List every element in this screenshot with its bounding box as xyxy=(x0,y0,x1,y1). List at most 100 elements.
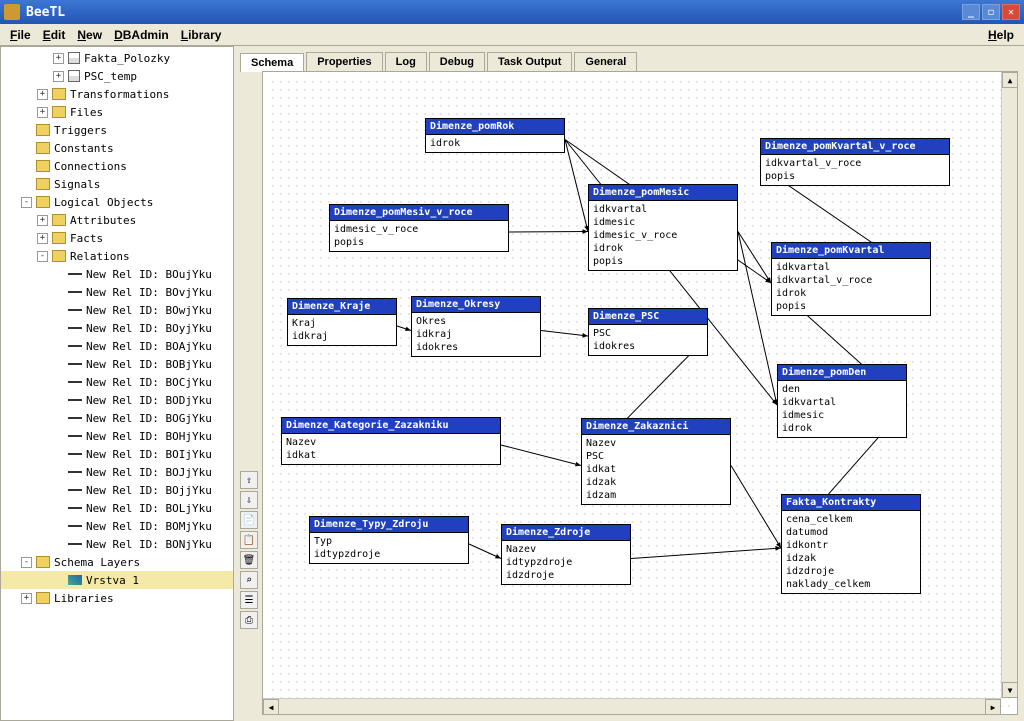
tab-log[interactable]: Log xyxy=(385,52,427,71)
tree-item[interactable]: + PSC_temp xyxy=(1,67,233,85)
tree-item[interactable]: New Rel ID: BOyjYku xyxy=(1,319,233,337)
menu-library[interactable]: Library xyxy=(175,26,228,44)
tree-item[interactable]: New Rel ID: BOvjYku xyxy=(1,283,233,301)
tree-item[interactable]: New Rel ID: BOwjYku xyxy=(1,301,233,319)
entity-Dimenze_pomMesic[interactable]: Dimenze_pomMesicidkvartalidmesicidmesic_… xyxy=(588,184,738,271)
toolbar-button[interactable]: 📋 xyxy=(240,531,258,549)
tree-item[interactable]: New Rel ID: BOCjYku xyxy=(1,373,233,391)
expander-icon xyxy=(53,575,64,586)
expander-icon[interactable]: - xyxy=(21,557,32,568)
folder-icon xyxy=(36,142,50,154)
tree-item[interactable]: New Rel ID: BOAjYku xyxy=(1,337,233,355)
tree-label: PSC_temp xyxy=(84,70,137,83)
tree-item[interactable]: New Rel ID: BODjYku xyxy=(1,391,233,409)
menu-dbadmin[interactable]: DBAdmin xyxy=(108,26,175,44)
entity-field: idzdroje xyxy=(506,569,626,582)
maximize-button[interactable]: ◻ xyxy=(982,4,1000,20)
menu-edit[interactable]: Edit xyxy=(37,26,72,44)
expander-icon[interactable]: - xyxy=(37,251,48,262)
entity-Dimenze_pomMesiv_v_roce[interactable]: Dimenze_pomMesiv_v_roceidmesic_v_rocepop… xyxy=(329,204,509,252)
menu-file[interactable]: File xyxy=(4,26,37,44)
tree-item[interactable]: New Rel ID: BOLjYku xyxy=(1,499,233,517)
entity-Dimenze_Kraje[interactable]: Dimenze_KrajeKrajidkraj xyxy=(287,298,397,346)
tree-item[interactable]: New Rel ID: BOGjYku xyxy=(1,409,233,427)
tree-item[interactable]: + Files xyxy=(1,103,233,121)
toolbar-button[interactable]: ⎙ xyxy=(240,611,258,629)
tree-item[interactable]: -Relations xyxy=(1,247,233,265)
toolbar-button[interactable]: 🗑 xyxy=(240,551,258,569)
tree-item[interactable]: +Transformations xyxy=(1,85,233,103)
entity-header: Dimenze_pomKvartal xyxy=(772,243,930,259)
tree-item[interactable]: New Rel ID: BOJjYku xyxy=(1,463,233,481)
tree-item[interactable]: New Rel ID: BONjYku xyxy=(1,535,233,553)
tree-item[interactable]: +Facts xyxy=(1,229,233,247)
scrollbar-horizontal[interactable]: ◀ ▶ xyxy=(263,698,1001,714)
close-button[interactable]: ✕ xyxy=(1002,4,1020,20)
toolbar-button[interactable]: ⇩ xyxy=(240,491,258,509)
tree-item[interactable]: New Rel ID: BOBjYku xyxy=(1,355,233,373)
expander-icon[interactable]: - xyxy=(21,197,32,208)
entity-field: datumod xyxy=(786,526,916,539)
tree-item[interactable]: New Rel ID: BOjjYku xyxy=(1,481,233,499)
toolbar-button[interactable]: ⌕ xyxy=(240,571,258,589)
scrollbar-vertical[interactable]: ▲ ▼ xyxy=(1001,72,1017,698)
tree-item[interactable]: + Attributes xyxy=(1,211,233,229)
scroll-right-icon[interactable]: ▶ xyxy=(985,699,1001,715)
expander-icon[interactable]: + xyxy=(53,53,64,64)
entity-field: idrok xyxy=(776,287,926,300)
entity-Dimenze_pomKvartal_v_roce[interactable]: Dimenze_pomKvartal_v_roceidkvartal_v_roc… xyxy=(760,138,950,186)
expander-icon[interactable]: + xyxy=(21,593,32,604)
tab-bar: SchemaPropertiesLogDebugTask OutputGener… xyxy=(234,46,1024,71)
scroll-up-icon[interactable]: ▲ xyxy=(1002,72,1018,88)
entity-field: idkvartal xyxy=(593,203,733,216)
entity-Dimenze_Okresy[interactable]: Dimenze_OkresyOkresidkrajidokres xyxy=(411,296,541,357)
entity-Fakta_Kontrakty[interactable]: Fakta_Kontraktycena_celkemdatumodidkontr… xyxy=(781,494,921,594)
expander-icon[interactable]: + xyxy=(37,107,48,118)
entity-header: Dimenze_Okresy xyxy=(412,297,540,313)
expander-icon[interactable]: + xyxy=(37,233,48,244)
tab-properties[interactable]: Properties xyxy=(306,52,382,71)
entity-Dimenze_Zakaznici[interactable]: Dimenze_ZakazniciNazevPSCidkatidzakidzam xyxy=(581,418,731,505)
entity-Dimenze_Kategorie_Zazakniku[interactable]: Dimenze_Kategorie_ZazaknikuNazevidkat xyxy=(281,417,501,465)
expander-icon[interactable]: + xyxy=(53,71,64,82)
entity-Dimenze_PSC[interactable]: Dimenze_PSCPSCidokres xyxy=(588,308,708,356)
tree-item[interactable]: Vrstva 1 xyxy=(1,571,233,589)
tree-item[interactable]: Signals xyxy=(1,175,233,193)
tree-item[interactable]: -Logical Objects xyxy=(1,193,233,211)
tab-schema[interactable]: Schema xyxy=(240,53,304,72)
tree-item[interactable]: New Rel ID: BOHjYku xyxy=(1,427,233,445)
tree-item[interactable]: +Libraries xyxy=(1,589,233,607)
tree-item[interactable]: Constants xyxy=(1,139,233,157)
toolbar-button[interactable]: ☰ xyxy=(240,591,258,609)
tree-label: Attributes xyxy=(70,214,136,227)
expander-icon[interactable]: + xyxy=(37,215,48,226)
tab-task-output[interactable]: Task Output xyxy=(487,52,572,71)
tab-general[interactable]: General xyxy=(574,52,637,71)
tree-item[interactable]: Triggers xyxy=(1,121,233,139)
tree-item[interactable]: +Fakta_Polozky xyxy=(1,49,233,67)
expander-icon[interactable]: + xyxy=(37,89,48,100)
tree-item[interactable]: New Rel ID: BOIjYku xyxy=(1,445,233,463)
entity-Dimenze_Typy_Zdroju[interactable]: Dimenze_Typy_ZdrojuTypidtypzdroje xyxy=(309,516,469,564)
entity-Dimenze_Zdroje[interactable]: Dimenze_ZdrojeNazevidtypzdrojeidzdroje xyxy=(501,524,631,585)
tree-item[interactable]: -Schema Layers xyxy=(1,553,233,571)
entity-Dimenze_pomKvartal[interactable]: Dimenze_pomKvartalidkvartalidkvartal_v_r… xyxy=(771,242,931,316)
rel-icon xyxy=(68,395,82,405)
menu-new[interactable]: New xyxy=(71,26,108,44)
tree-label: Files xyxy=(70,106,103,119)
toolbar-button[interactable]: ⇧ xyxy=(240,471,258,489)
entity-Dimenze_pomRok[interactable]: Dimenze_pomRokidrok xyxy=(425,118,565,153)
toolbar-button[interactable]: 📄 xyxy=(240,511,258,529)
scroll-down-icon[interactable]: ▼ xyxy=(1002,682,1018,698)
tab-debug[interactable]: Debug xyxy=(429,52,485,71)
tree-item[interactable]: New Rel ID: BOujYku xyxy=(1,265,233,283)
minimize-button[interactable]: _ xyxy=(962,4,980,20)
scroll-left-icon[interactable]: ◀ xyxy=(263,699,279,715)
tree-label: New Rel ID: BOvjYku xyxy=(86,286,212,299)
menu-help[interactable]: Help xyxy=(982,26,1020,44)
entity-Dimenze_pomDen[interactable]: Dimenze_pomDendenidkvartalidmesicidrok xyxy=(777,364,907,438)
entity-field: idtypzdroje xyxy=(506,556,626,569)
schema-canvas[interactable]: Dimenze_pomRokidrok Dimenze_pomKvartal_v_… xyxy=(262,71,1018,715)
tree-item[interactable]: New Rel ID: BOMjYku xyxy=(1,517,233,535)
tree-item[interactable]: Connections xyxy=(1,157,233,175)
